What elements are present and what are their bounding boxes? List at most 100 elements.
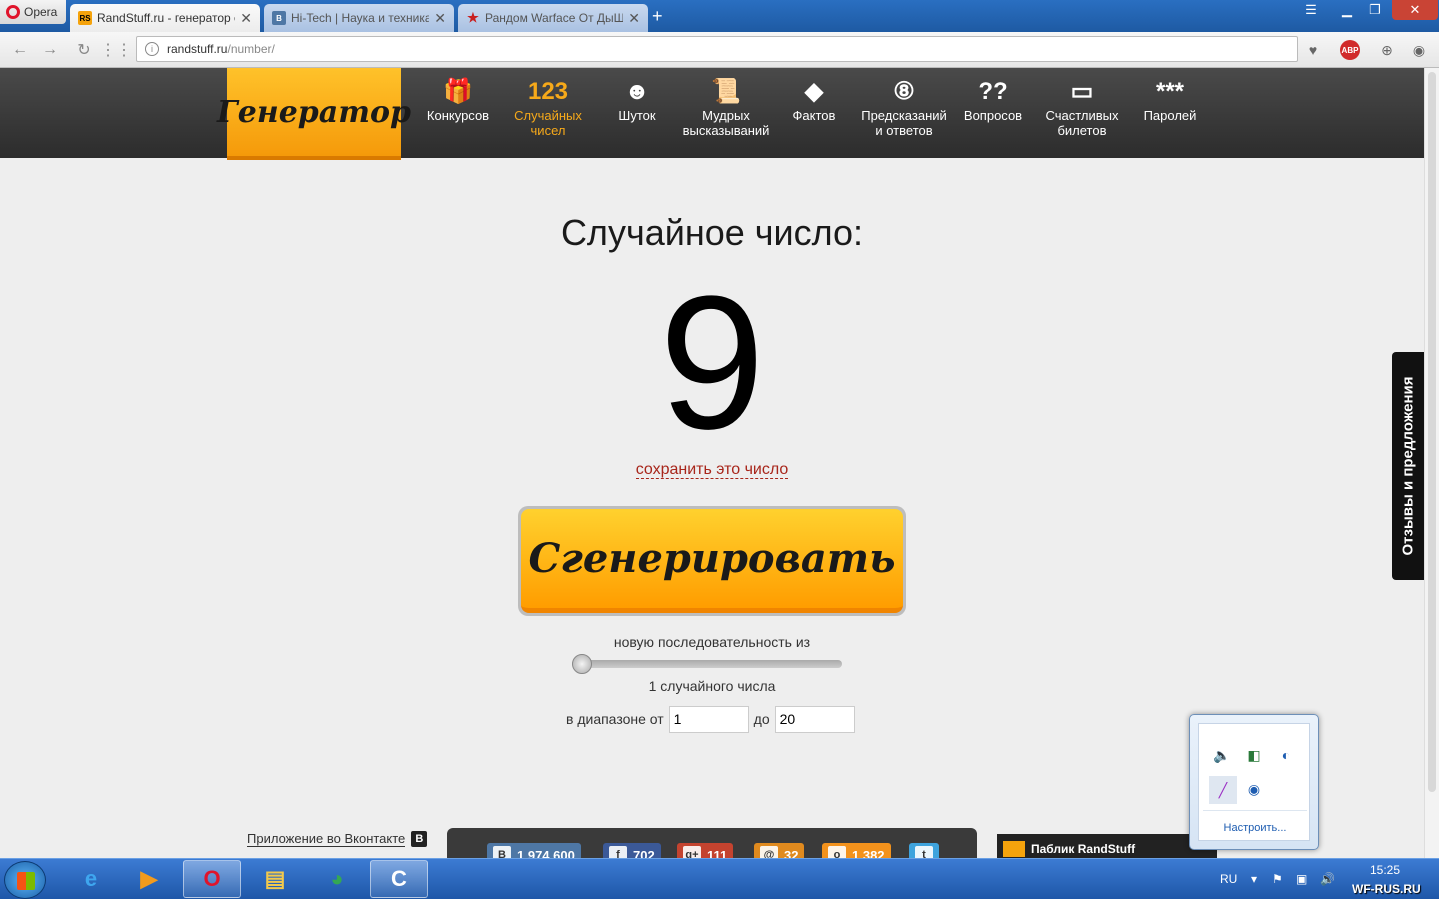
- vk-app-link[interactable]: Приложение во Вконтакте B: [247, 831, 428, 847]
- tab-hitech[interactable]: B Hi-Tech | Наука и техника ✕: [264, 4, 454, 32]
- asterisks-icon: ***: [1155, 78, 1185, 105]
- facebook-icon: f: [609, 846, 627, 858]
- feedback-tab[interactable]: Отзывы и предложения: [1392, 352, 1424, 580]
- download-icon[interactable]: ⊕: [1377, 40, 1397, 60]
- ticket-icon: ▭: [1070, 78, 1094, 105]
- gift-icon: 🎁: [443, 78, 473, 105]
- ie-icon[interactable]: e: [62, 860, 120, 898]
- warning-icon: ◆: [804, 78, 824, 105]
- nav-contests[interactable]: 🎁 Конкурсов: [412, 76, 504, 123]
- random-number: 9: [659, 257, 765, 469]
- range-to-input[interactable]: [774, 705, 855, 733]
- opera-logo-icon: [6, 5, 20, 19]
- heart-icon[interactable]: ♥: [1303, 40, 1323, 60]
- nav-facts[interactable]: ◆ Фактов: [768, 76, 860, 123]
- tray-expand-icon[interactable]: ▾: [1244, 859, 1264, 899]
- tab-warface[interactable]: ★ Рандом Warface От ДыШи ✕: [458, 4, 648, 32]
- count-slider-track[interactable]: [572, 660, 842, 668]
- chrome-icon[interactable]: ◕: [308, 860, 366, 898]
- cube-icon[interactable]: ◧: [1243, 744, 1265, 766]
- range-row: в диапазоне от до: [566, 705, 855, 733]
- share-odnoklassniki-button[interactable]: о 1 382: [822, 843, 891, 858]
- flag-icon[interactable]: ⚑: [1272, 859, 1283, 899]
- share-facebook-button[interactable]: f 702: [603, 843, 661, 858]
- clock[interactable]: 15:25: [1350, 863, 1420, 877]
- randstuff-favicon-icon: RS: [78, 11, 92, 25]
- star-favicon-icon: ★: [467, 10, 479, 25]
- public-avatar: [1003, 841, 1025, 857]
- vk-icon: B: [411, 831, 428, 847]
- reload-icon[interactable]: ↻: [74, 40, 94, 60]
- vk-favicon-icon: B: [272, 11, 286, 25]
- count-slider-handle[interactable]: [572, 654, 592, 674]
- nav-passwords[interactable]: *** Паролей: [1124, 76, 1216, 123]
- maximize-icon[interactable]: ❐: [1362, 0, 1388, 20]
- language-indicator[interactable]: RU: [1220, 859, 1237, 899]
- minimize-icon[interactable]: ▁: [1334, 0, 1360, 20]
- close-tab-icon[interactable]: ✕: [434, 10, 446, 27]
- opera-taskbar-icon[interactable]: O: [183, 860, 241, 898]
- start-button[interactable]: [4, 861, 46, 899]
- share-twitter-button[interactable]: t: [909, 843, 939, 858]
- save-number-link-wrap: сохранить это число: [0, 461, 1424, 479]
- nav-jokes[interactable]: ☻ Шуток: [591, 76, 683, 123]
- generate-button-label: Сгенерировать: [521, 509, 903, 613]
- page-title: Случайное число:: [560, 212, 864, 253]
- globe-icon[interactable]: ◉: [1243, 778, 1265, 800]
- page-scrollbar-thumb[interactable]: [1428, 72, 1436, 792]
- taskbar: e ▶ O ▤ ◕ C RU ▾ ⚑ ▣ 🔊 15:25: [0, 858, 1439, 899]
- close-tab-icon[interactable]: ✕: [240, 10, 252, 27]
- scroll-icon: 📜: [711, 78, 741, 105]
- gplus-icon: g+: [683, 846, 701, 858]
- nav-quotes[interactable]: 📜 Мудрых высказываний: [680, 76, 772, 138]
- media-player-icon[interactable]: ▶: [120, 860, 178, 898]
- site-nav: Генератор 🎁 Конкурсов 123 Случайных чисе…: [0, 68, 1424, 160]
- back-icon[interactable]: ←: [10, 40, 30, 60]
- sequence-label: новую последовательность из: [613, 634, 811, 650]
- pen-icon[interactable]: ╱: [1209, 776, 1237, 804]
- tray-overflow-popup: 🔈 ◧ ◐ ╱ ◉ Настроить...: [1189, 714, 1319, 850]
- url-input[interactable]: i randstuff.ru/number/: [136, 36, 1298, 62]
- tray-configure-link[interactable]: Настроить...: [1199, 822, 1311, 834]
- account-icon[interactable]: ◉: [1409, 40, 1429, 60]
- range-from-label: в диапазоне от: [566, 711, 664, 727]
- nav-questions[interactable]: ?? Вопросов: [947, 76, 1039, 123]
- questions-icon: ??: [978, 78, 1008, 105]
- smile-icon: ☻: [624, 78, 650, 105]
- tab-randstuff[interactable]: RS RandStuff.ru - генератор слу ✕: [70, 4, 260, 32]
- range-from-input[interactable]: [668, 705, 749, 733]
- public-widget[interactable]: Паблик RandStuff: [997, 834, 1217, 858]
- adblock-icon[interactable]: ABP: [1340, 40, 1360, 60]
- save-number-link[interactable]: сохранить это число: [635, 461, 789, 479]
- site-logo[interactable]: Генератор: [217, 68, 411, 160]
- nav-random-numbers[interactable]: 123 Случайных чисел: [502, 76, 594, 138]
- site-info-icon[interactable]: i: [145, 42, 159, 56]
- forward-icon[interactable]: →: [40, 40, 60, 60]
- ok-icon: @: [760, 846, 778, 858]
- nav-tickets[interactable]: ▭ Счастливых билетов: [1036, 76, 1128, 138]
- opera-menu-button[interactable]: Opera: [0, 0, 66, 24]
- tab-menu-icon[interactable]: ☰: [1298, 0, 1324, 20]
- app-c-taskbar-icon[interactable]: C: [370, 860, 428, 898]
- speed-dial-icon[interactable]: ⋮⋮: [100, 40, 132, 60]
- eight-ball-icon: ⑧: [893, 78, 915, 105]
- count-label: 1 случайного числа: [648, 678, 776, 694]
- twitter-icon: t: [915, 846, 933, 858]
- volume-icon[interactable]: 🔊: [1320, 859, 1335, 899]
- share-gplus-button[interactable]: g+ 111: [677, 843, 734, 858]
- close-window-icon[interactable]: ✕: [1392, 0, 1438, 20]
- windows-logo-icon: [17, 872, 35, 890]
- explorer-icon[interactable]: ▤: [246, 860, 304, 898]
- network-icon[interactable]: ▣: [1296, 859, 1307, 899]
- share-vk-button[interactable]: B 1 974 600: [487, 843, 581, 858]
- social-share-bar: B 1 974 600 f 702 g+ 111 @ 32 о 1 382 t: [447, 828, 977, 858]
- tab-bar: Opera RS RandStuff.ru - генератор слу ✕ …: [0, 0, 1439, 32]
- share-mailru-button[interactable]: @ 32: [754, 843, 805, 858]
- nav-predictions[interactable]: ⑧ Предсказаний и ответов: [858, 76, 950, 138]
- app-c-icon[interactable]: ◐: [1275, 744, 1297, 766]
- new-tab-icon[interactable]: +: [652, 6, 663, 27]
- numbers-icon: 123: [527, 78, 569, 105]
- generate-button[interactable]: Сгенерировать: [518, 506, 906, 616]
- close-tab-icon[interactable]: ✕: [628, 10, 640, 27]
- speaker-icon[interactable]: 🔈: [1211, 744, 1233, 766]
